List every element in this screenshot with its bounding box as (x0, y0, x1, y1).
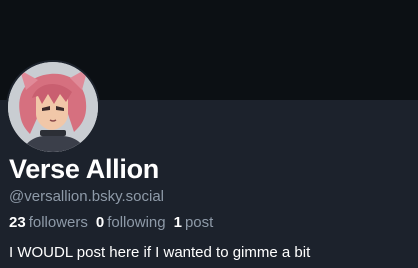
anime-avatar-icon (8, 62, 98, 152)
display-name: Verse Allion (9, 154, 159, 184)
avatar[interactable] (6, 60, 100, 154)
profile-stats: 23 followers 0 following 1 post (9, 213, 221, 233)
followers-label: followers (28, 214, 88, 231)
followers-stat[interactable]: 23 followers (9, 214, 88, 231)
profile-bio: I WOUDL post here if I wanted to gimme a… (9, 244, 311, 261)
posts-stat: 1 post (174, 214, 214, 231)
posts-count: 1 (173, 214, 182, 231)
followers-count: 23 (9, 214, 26, 231)
following-stat[interactable]: 0 following (96, 214, 166, 231)
following-count: 0 (95, 214, 105, 231)
posts-label: post (184, 214, 214, 231)
profile-header: Verse Allion @versallion.bsky.social 23 f… (0, 0, 418, 268)
following-label: following (107, 214, 166, 231)
profile-handle: @versallion.bsky.social (9, 188, 165, 205)
